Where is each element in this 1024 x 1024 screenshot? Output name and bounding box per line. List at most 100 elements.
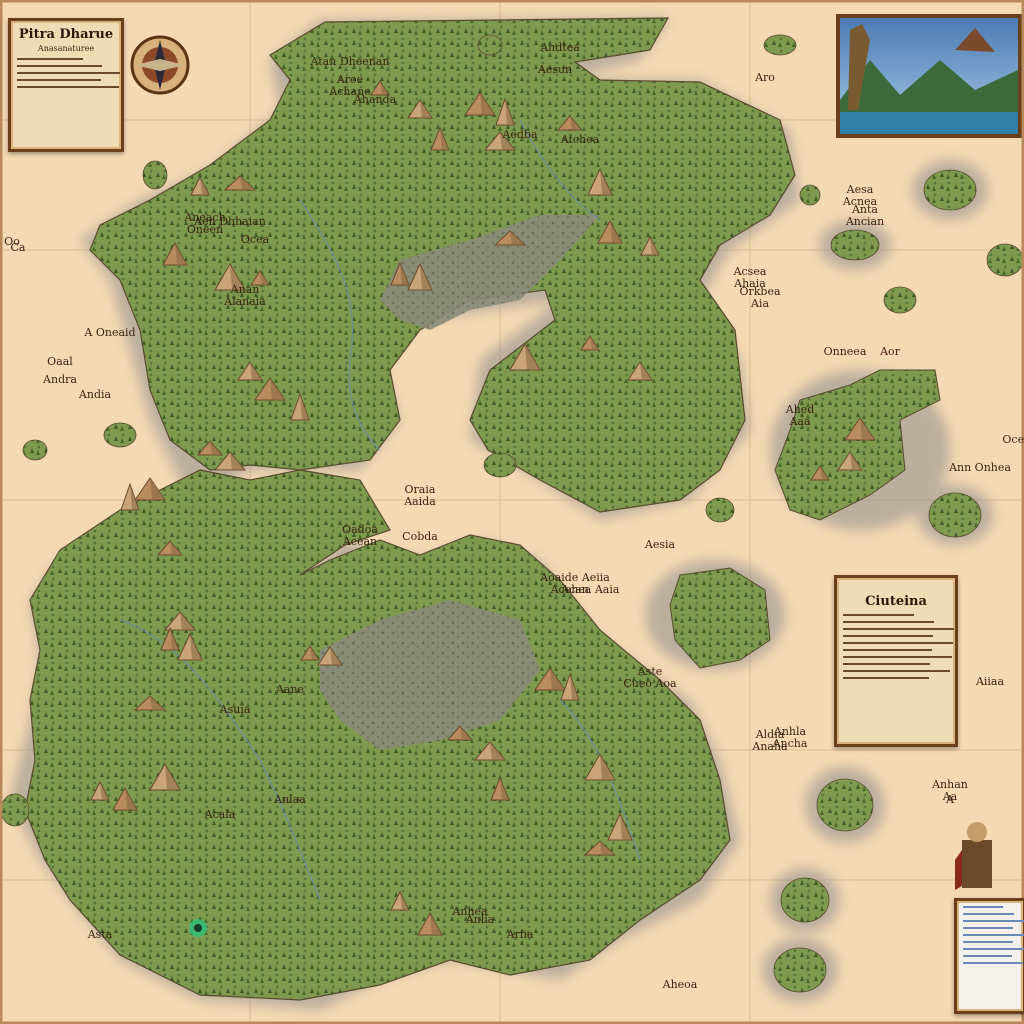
map-label[interactable]: Aiiaa [950, 676, 1024, 688]
map-label-line: Aaida [404, 495, 436, 508]
map-label[interactable]: Aor [850, 346, 930, 358]
map-label-line: Asuia [219, 703, 251, 716]
map-label-line: Andra [43, 373, 77, 386]
map-label[interactable]: Ann Onhea [940, 462, 1020, 474]
map-label[interactable]: Ocea [215, 234, 295, 246]
panel-text-line [843, 656, 952, 658]
map-label-line: Oaal [47, 355, 73, 368]
map-label-line: Acehea Aaia [550, 583, 620, 596]
map-label-line: Aro [755, 71, 775, 84]
map-label[interactable]: Andtea [520, 42, 600, 54]
map-label[interactable]: Aesia [620, 539, 700, 551]
note-panel [954, 898, 1024, 1014]
panel-text-line [17, 65, 102, 67]
panel-text-line [17, 72, 121, 74]
map-label-line: Acala [204, 808, 236, 821]
map-label-line: Aheoa [662, 978, 698, 991]
map-label[interactable]: Acala [180, 809, 260, 821]
map-label-line: Aor [880, 345, 900, 358]
map-label-line: Andtea [540, 41, 580, 54]
panel-text-line [843, 621, 934, 623]
panel-text-line [843, 663, 931, 665]
map-label-line: Ann Onhea [949, 461, 1011, 474]
map-subtitle: Anasanaturee [37, 44, 95, 53]
map-label[interactable]: Anta Ancian [825, 204, 905, 228]
panel-text-line [17, 79, 101, 81]
map-label-line: Ca [10, 241, 26, 254]
map-label[interactable]: Oadoa Acean [320, 524, 400, 548]
map-label-line: Ahanda [353, 93, 397, 106]
panel-text-line [963, 927, 1014, 929]
map-label[interactable]: Aesun [515, 64, 595, 76]
map-label-line: Ocel [1002, 433, 1024, 446]
map-label[interactable]: Andia [55, 389, 135, 401]
map-label[interactable]: A [910, 794, 990, 806]
map-label-line: Asta [87, 928, 113, 941]
map-label[interactable]: Aro [725, 72, 805, 84]
map-label[interactable]: Ocel [975, 434, 1024, 446]
map-title: Pitra Dharue [18, 27, 114, 42]
warrior-figure [955, 822, 992, 890]
panel-text-line [963, 934, 1024, 936]
map-label-line: Aiiaa [975, 675, 1005, 688]
panel-text-line [843, 642, 953, 644]
map-label-line: Ariia [506, 928, 534, 941]
panel-text-line [843, 614, 914, 616]
panel-text-line [963, 962, 1024, 964]
map-label[interactable]: Aane [250, 684, 330, 696]
map-label-line: Atan Dheenan [310, 55, 390, 68]
panel-text-line [963, 948, 1024, 950]
panel-text-line [843, 649, 932, 651]
map-label-line: Acean [342, 535, 378, 548]
map-label-line: Ocea [240, 233, 270, 246]
compass-emblem [130, 35, 190, 95]
panel-text-line [843, 677, 930, 679]
panel-text-line [17, 58, 83, 60]
legend-title: Ciuteina [865, 594, 927, 609]
map-label[interactable]: Oraia Aaida [380, 484, 460, 508]
panel-text-line [963, 906, 1003, 908]
map-label-line: Andia [78, 388, 112, 401]
map-label-line: Aia [750, 297, 770, 310]
map-label-line: Atchea [560, 133, 600, 146]
panel-text-line [843, 670, 951, 672]
map-label[interactable]: Atan Dheenan [310, 56, 390, 68]
map-label[interactable]: Andra [20, 374, 100, 386]
map-label[interactable]: Anhla Ancha [750, 726, 830, 750]
world-map[interactable] [0, 0, 1024, 1024]
map-label[interactable]: Asuia [195, 704, 275, 716]
panel-text-line [963, 955, 1012, 957]
map-label[interactable]: Aheoa [640, 979, 720, 991]
map-label-line: A [946, 793, 954, 806]
map-label[interactable]: Ca [0, 242, 58, 254]
map-label-line: Ancha [772, 737, 808, 750]
map-label[interactable]: Aen Dhhaian [190, 216, 270, 228]
map-label[interactable]: Aste Cueo Aoa [610, 666, 690, 690]
panel-text-line [963, 920, 1024, 922]
map-label-line: Aane [275, 683, 305, 696]
map-label[interactable]: Orkbea Aia [720, 286, 800, 310]
map-label-line: Aesia [644, 538, 676, 551]
map-label[interactable]: Atchea [540, 134, 620, 146]
map-label[interactable]: Anhea [430, 906, 510, 918]
map-label-line: Anhea [452, 905, 488, 918]
map-label[interactable]: Acehea Aaia [545, 584, 625, 596]
map-label-line: Aaa [789, 415, 811, 428]
map-label-line: Aen Dhhaian [194, 215, 266, 228]
map-label[interactable]: Anlaa [250, 794, 330, 806]
location-marker[interactable] [189, 919, 207, 937]
title-text-lines [11, 58, 121, 88]
map-label[interactable]: Ariia [480, 929, 560, 941]
map-label[interactable]: A Oneaid [70, 327, 150, 339]
map-label[interactable]: Ahanda [335, 94, 415, 106]
map-label-line: Ancian [845, 215, 885, 228]
map-label-line: Cueo Aoa [623, 677, 677, 690]
map-label[interactable]: Oaal [20, 356, 100, 368]
map-label[interactable]: Ahed Aaa [760, 404, 840, 428]
map-label[interactable]: Anan Alanaia [205, 284, 285, 308]
title-cartouche: Pitra Dharue Anasanaturee [8, 18, 124, 152]
map-label[interactable]: Asta [60, 929, 140, 941]
map-label-line: Anlaa [274, 793, 306, 806]
landscape-vignette [836, 14, 1022, 138]
panel-text-line [963, 913, 1014, 915]
